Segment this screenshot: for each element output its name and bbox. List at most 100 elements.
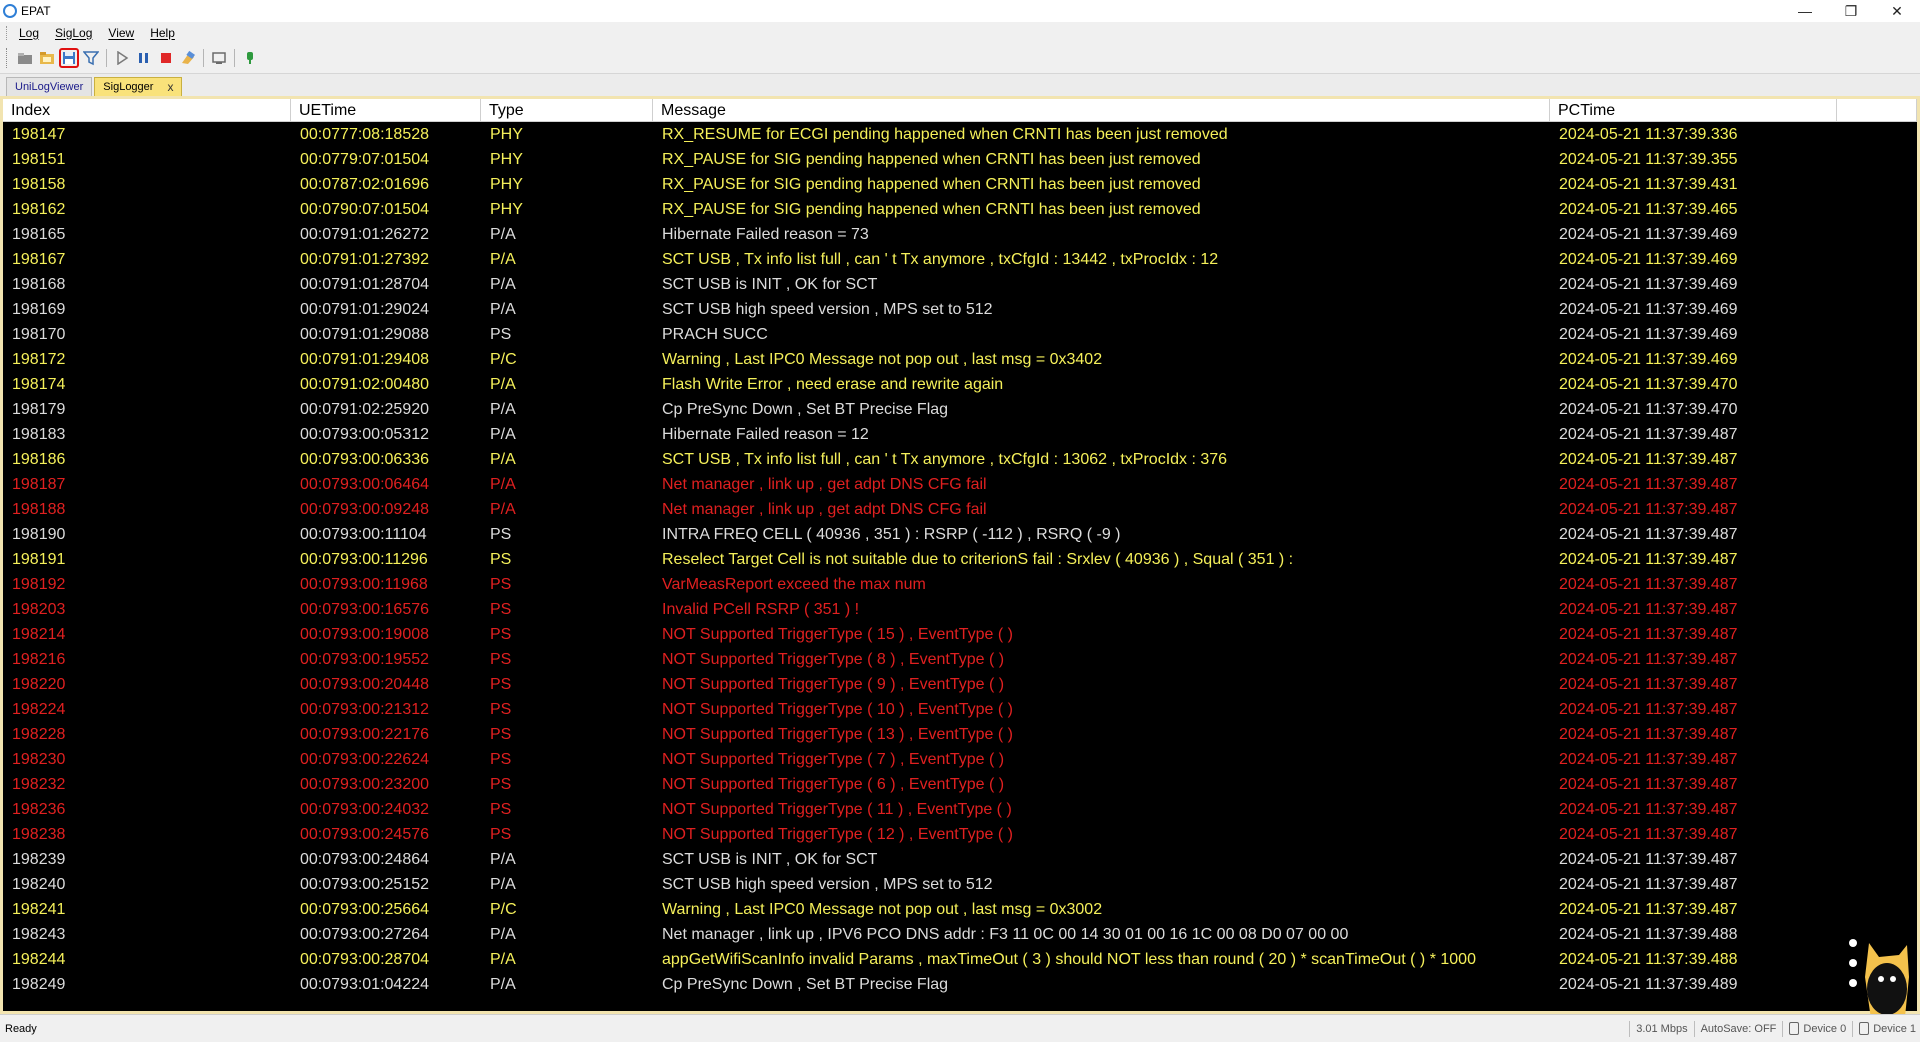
table-row[interactable]: 198187 00:0793:00:06464 P/A Net manager , l…	[3, 472, 1917, 497]
cell-index: 198238	[12, 826, 66, 843]
table-row[interactable]: 198214 00:0793:00:19008 PS NOT Supported Tr…	[3, 622, 1917, 647]
table-row[interactable]: 198191 00:0793:00:11296 PS Reselect Target …	[3, 547, 1917, 572]
table-row[interactable]: 198169 00:0791:01:29024 P/A SCT USB high sp…	[3, 297, 1917, 322]
minimize-button[interactable]: —	[1782, 0, 1828, 22]
cell-pctime: 2024-05-21 11:37:39.487	[1559, 651, 1738, 668]
status-separator	[1629, 1020, 1631, 1037]
table-row[interactable]: 198147 00:0777:08:18528 PHY RX_RESUME for E…	[3, 122, 1917, 147]
table-row[interactable]: 198179 00:0791:02:25920 P/A Cp PreSync Down…	[3, 397, 1917, 422]
table-row[interactable]: 198240 00:0793:00:25152 P/A SCT USB high sp…	[3, 872, 1917, 897]
device-icon[interactable]	[209, 48, 229, 68]
cell-type: PS	[490, 326, 512, 343]
column-header-pctime[interactable]: PCTime	[1550, 99, 1837, 122]
pause-icon[interactable]	[134, 48, 154, 68]
table-row[interactable]: 198243 00:0793:00:27264 P/A Net manager , l…	[3, 922, 1917, 947]
menu-siglog[interactable]: SigLog	[47, 26, 100, 40]
cell-pctime: 2024-05-21 11:37:39.487	[1559, 826, 1738, 843]
open-icon[interactable]	[15, 48, 35, 68]
status-device-0[interactable]: Device 0	[1789, 1022, 1846, 1035]
menu-view[interactable]: View	[100, 26, 142, 40]
status-autosave[interactable]: AutoSave: OFF	[1701, 1023, 1777, 1035]
cell-type: PS	[490, 801, 512, 818]
table-row[interactable]: 198216 00:0793:00:19552 PS NOT Supported Tr…	[3, 647, 1917, 672]
save-icon[interactable]	[59, 48, 79, 68]
table-row[interactable]: 198228 00:0793:00:22176 PS NOT Supported Tr…	[3, 722, 1917, 747]
table-row[interactable]: 198224 00:0793:00:21312 PS NOT Supported Tr…	[3, 697, 1917, 722]
table-row[interactable]: 198170 00:0791:01:29088 PS PRACH SUCC 2024-0…	[3, 322, 1917, 347]
log-rows[interactable]: 198147 00:0777:08:18528 PHY RX_RESUME for E…	[3, 122, 1917, 1011]
table-row[interactable]: 198174 00:0791:02:00480 P/A Flash Write Err…	[3, 372, 1917, 397]
play-icon[interactable]	[112, 48, 132, 68]
cell-index: 198168	[12, 276, 66, 293]
menu-log[interactable]: Log	[11, 26, 47, 40]
table-row[interactable]: 198162 00:0790:07:01504 PHY RX_PAUSE for SI…	[3, 197, 1917, 222]
cell-uetime: 00:0791:01:29088	[300, 326, 430, 343]
table-row[interactable]: 198186 00:0793:00:06336 P/A SCT USB , Tx in…	[3, 447, 1917, 472]
table-row[interactable]: 198165 00:0791:01:26272 P/A Hibernate Faile…	[3, 222, 1917, 247]
table-row[interactable]: 198249 00:0793:01:04224 P/A Cp PreSync Down…	[3, 972, 1917, 997]
status-device-1-label: Device 1	[1873, 1022, 1916, 1035]
cell-type: PS	[490, 726, 512, 743]
stop-icon[interactable]	[156, 48, 176, 68]
table-row[interactable]: 198158 00:0787:02:01696 PHY RX_PAUSE for SI…	[3, 172, 1917, 197]
cell-type: P/A	[490, 401, 516, 418]
table-row[interactable]: 198203 00:0793:00:16576 PS Invalid PCell RS…	[3, 597, 1917, 622]
cell-pctime: 2024-05-21 11:37:39.469	[1559, 276, 1738, 293]
table-row[interactable]: 198151 00:0779:07:01504 PHY RX_PAUSE for SI…	[3, 147, 1917, 172]
table-row[interactable]: 198172 00:0791:01:29408 P/C Warning , Last …	[3, 347, 1917, 372]
table-row[interactable]: 198192 00:0793:00:11968 PS VarMeasReport ex…	[3, 572, 1917, 597]
table-row[interactable]: 198244 00:0793:00:28704 P/A appGetWifiScanI…	[3, 947, 1917, 972]
clear-icon[interactable]	[178, 48, 198, 68]
column-header-message[interactable]: Message	[653, 99, 1550, 122]
cell-uetime: 00:0793:00:23200	[300, 776, 430, 793]
table-row[interactable]: 198220 00:0793:00:20448 PS NOT Supported Tr…	[3, 672, 1917, 697]
toolbar-separator	[106, 49, 107, 67]
cell-index: 198167	[12, 251, 66, 268]
table-row[interactable]: 198183 00:0793:00:05312 P/A Hibernate Faile…	[3, 422, 1917, 447]
column-header-uetime[interactable]: UETime	[291, 99, 481, 122]
table-row[interactable]: 198167 00:0791:01:27392 P/A SCT USB , Tx in…	[3, 247, 1917, 272]
folder-icon[interactable]	[37, 48, 57, 68]
tab-label: UniLogViewer	[15, 81, 84, 93]
table-row[interactable]: 198239 00:0793:00:24864 P/A SCT USB is INIT…	[3, 847, 1917, 872]
table-row[interactable]: 198188 00:0793:00:09248 P/A Net manager , l…	[3, 497, 1917, 522]
table-row[interactable]: 198241 00:0793:00:25664 P/C Warning , Last …	[3, 897, 1917, 922]
cell-pctime: 2024-05-21 11:37:39.487	[1559, 751, 1738, 768]
table-row[interactable]: 198232 00:0793:00:23200 PS NOT Supported Tr…	[3, 772, 1917, 797]
close-button[interactable]: ✕	[1874, 0, 1920, 22]
table-row[interactable]: 198236 00:0793:00:24032 PS NOT Supported Tr…	[3, 797, 1917, 822]
table-row[interactable]: 198168 00:0791:01:28704 P/A SCT USB is INIT…	[3, 272, 1917, 297]
cell-message: SCT USB high speed version , MPS set to …	[662, 876, 993, 893]
cell-type: P/A	[490, 451, 516, 468]
tab-unilogviewer[interactable]: UniLogViewer	[6, 77, 93, 96]
cell-index: 198190	[12, 526, 66, 543]
cell-index: 198220	[12, 676, 66, 693]
device-icon	[1789, 1022, 1800, 1035]
cell-message: SCT USB high speed version , MPS set to …	[662, 301, 993, 318]
cell-pctime: 2024-05-21 11:37:39.487	[1559, 776, 1738, 793]
cell-message: Flash Write Error , need erase and rewri…	[662, 376, 1004, 393]
cell-uetime: 00:0793:00:24576	[300, 826, 430, 843]
cell-pctime: 2024-05-21 11:37:39.488	[1559, 926, 1738, 943]
table-row[interactable]: 198190 00:0793:00:11104 PS INTRA FREQ CELL …	[3, 522, 1917, 547]
cell-type: PS	[490, 776, 512, 793]
connect-icon[interactable]	[240, 48, 260, 68]
column-header-type[interactable]: Type	[481, 99, 653, 122]
menu-help[interactable]: Help	[142, 26, 183, 40]
cell-message: Reselect Target Cell is not suitable due…	[662, 551, 1294, 568]
restore-button[interactable]: ❐	[1828, 0, 1874, 22]
cell-type: P/A	[490, 501, 516, 518]
status-device-1[interactable]: Device 1	[1859, 1022, 1916, 1035]
tab-close-icon[interactable]: x	[167, 80, 173, 94]
cell-index: 198239	[12, 851, 66, 868]
filter-icon[interactable]	[81, 48, 101, 68]
cell-type: P/A	[490, 926, 516, 943]
cell-type: PS	[490, 526, 512, 543]
table-row[interactable]: 198238 00:0793:00:24576 PS NOT Supported Tr…	[3, 822, 1917, 847]
tab-siglogger[interactable]: SigLogger x	[94, 77, 183, 96]
table-row[interactable]: 198230 00:0793:00:22624 PS NOT Supported Tr…	[3, 747, 1917, 772]
cell-uetime: 00:0793:00:06464	[300, 476, 430, 493]
vertical-scrollbar[interactable]	[1899, 122, 1917, 1011]
title-bar: EPAT — ❐ ✕	[0, 0, 1920, 22]
column-header-index[interactable]: Index	[3, 99, 291, 122]
